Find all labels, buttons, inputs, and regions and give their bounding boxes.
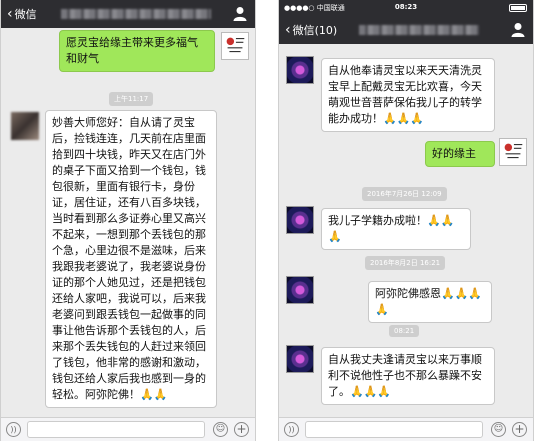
message-text: 自从我丈夫逢请灵宝以来万事顺利不说他性子也不那么暴躁不安了。🙏🙏🙏: [328, 353, 482, 398]
message-text: 阿弥陀佛感恩🙏🙏🙏🙏: [375, 287, 483, 316]
battery-icon: [509, 4, 527, 12]
message-bubble-received[interactable]: 自从我丈夫逢请灵宝以来万事顺利不说他性子也不那么暴躁不安了。🙏🙏🙏: [321, 347, 495, 405]
emoji-icon[interactable]: ☺: [213, 422, 228, 437]
chevron-left-icon: ‹: [285, 22, 291, 38]
avatar[interactable]: [286, 345, 314, 373]
person-icon[interactable]: [511, 22, 525, 37]
nav-bar: ‹ 微信(10): [279, 16, 533, 44]
chat-title-blurred: [61, 9, 211, 19]
logo-icon: [226, 37, 245, 53]
avatar[interactable]: [286, 206, 314, 234]
back-button[interactable]: ‹ 微信(10): [285, 22, 337, 38]
message-bubble-received[interactable]: 妙善大师您好：自从请了灵宝后，捡钱连连，几天前在店里面拾到四十块钱，昨天又在店门…: [45, 110, 217, 408]
avatar[interactable]: [221, 32, 249, 60]
message-text: 我儿子学籍办成啦！🙏🙏🙏: [328, 214, 455, 243]
input-bar: )) ☺ +: [279, 417, 533, 441]
clock: 08:23: [394, 3, 418, 11]
plus-icon[interactable]: +: [234, 422, 249, 437]
person-icon[interactable]: [233, 6, 247, 21]
back-label: 微信: [14, 8, 37, 21]
chat-screen-right: ●●●●○ 中国联通 08:23 ‹ 微信(10) 自从他奉请灵宝以来天天清洗灵…: [278, 0, 534, 441]
voice-icon[interactable]: )): [6, 422, 21, 437]
message-text: 愿灵宝给缘主带来更多福气和财气: [66, 36, 198, 65]
back-label: 微信(10): [292, 24, 338, 37]
message-bubble-sent[interactable]: 愿灵宝给缘主带来更多福气和财气: [59, 30, 215, 72]
message-text: 自从他奉请灵宝以来天天清洗灵宝早上配戴灵宝无比欢喜，今天萌观世音菩萨保佑我儿子的…: [328, 64, 482, 125]
status-bar: ●●●●○ 中国联通 08:23: [279, 0, 533, 16]
timestamp: 08:21: [389, 325, 420, 337]
message-bubble-received[interactable]: 阿弥陀佛感恩🙏🙏🙏🙏: [368, 281, 492, 323]
message-bubble-sent[interactable]: 好的缘主: [425, 141, 495, 167]
message-bubble-received[interactable]: 自从他奉请灵宝以来天天清洗灵宝早上配戴灵宝无比欢喜，今天萌观世音菩萨保佑我儿子的…: [321, 58, 495, 132]
emoji-icon[interactable]: ☺: [491, 422, 506, 437]
plus-icon[interactable]: +: [512, 422, 527, 437]
chat-screen-left: ‹ 微信 愿灵宝给缘主带来更多福气和财气 上午11:17 妙善大师您好：自从请了…: [0, 0, 256, 441]
message-input[interactable]: [305, 421, 483, 438]
avatar[interactable]: [286, 56, 314, 84]
input-bar: )) ☺ +: [1, 417, 255, 441]
avatar[interactable]: [499, 138, 527, 166]
avatar[interactable]: [286, 276, 314, 304]
voice-icon[interactable]: )): [284, 422, 299, 437]
timestamp: 2016年8月2日 16:21: [365, 256, 446, 270]
message-bubble-received[interactable]: 我儿子学籍办成啦！🙏🙏🙏: [321, 208, 471, 250]
message-input[interactable]: [27, 421, 205, 438]
chat-title-blurred: [359, 25, 479, 35]
avatar[interactable]: [11, 112, 39, 140]
timestamp: 2016年7月26日 12:09: [362, 187, 447, 201]
nav-bar: ‹ 微信: [1, 0, 255, 28]
timestamp: 上午11:17: [109, 92, 154, 106]
logo-icon: [504, 143, 523, 159]
chevron-left-icon: ‹: [7, 6, 13, 22]
back-button[interactable]: ‹ 微信: [7, 6, 37, 22]
message-text: 妙善大师您好：自从请了灵宝后，捡钱连连，几天前在店里面拾到四十块钱，昨天又在店门…: [52, 116, 206, 401]
message-text: 好的缘主: [432, 147, 476, 160]
